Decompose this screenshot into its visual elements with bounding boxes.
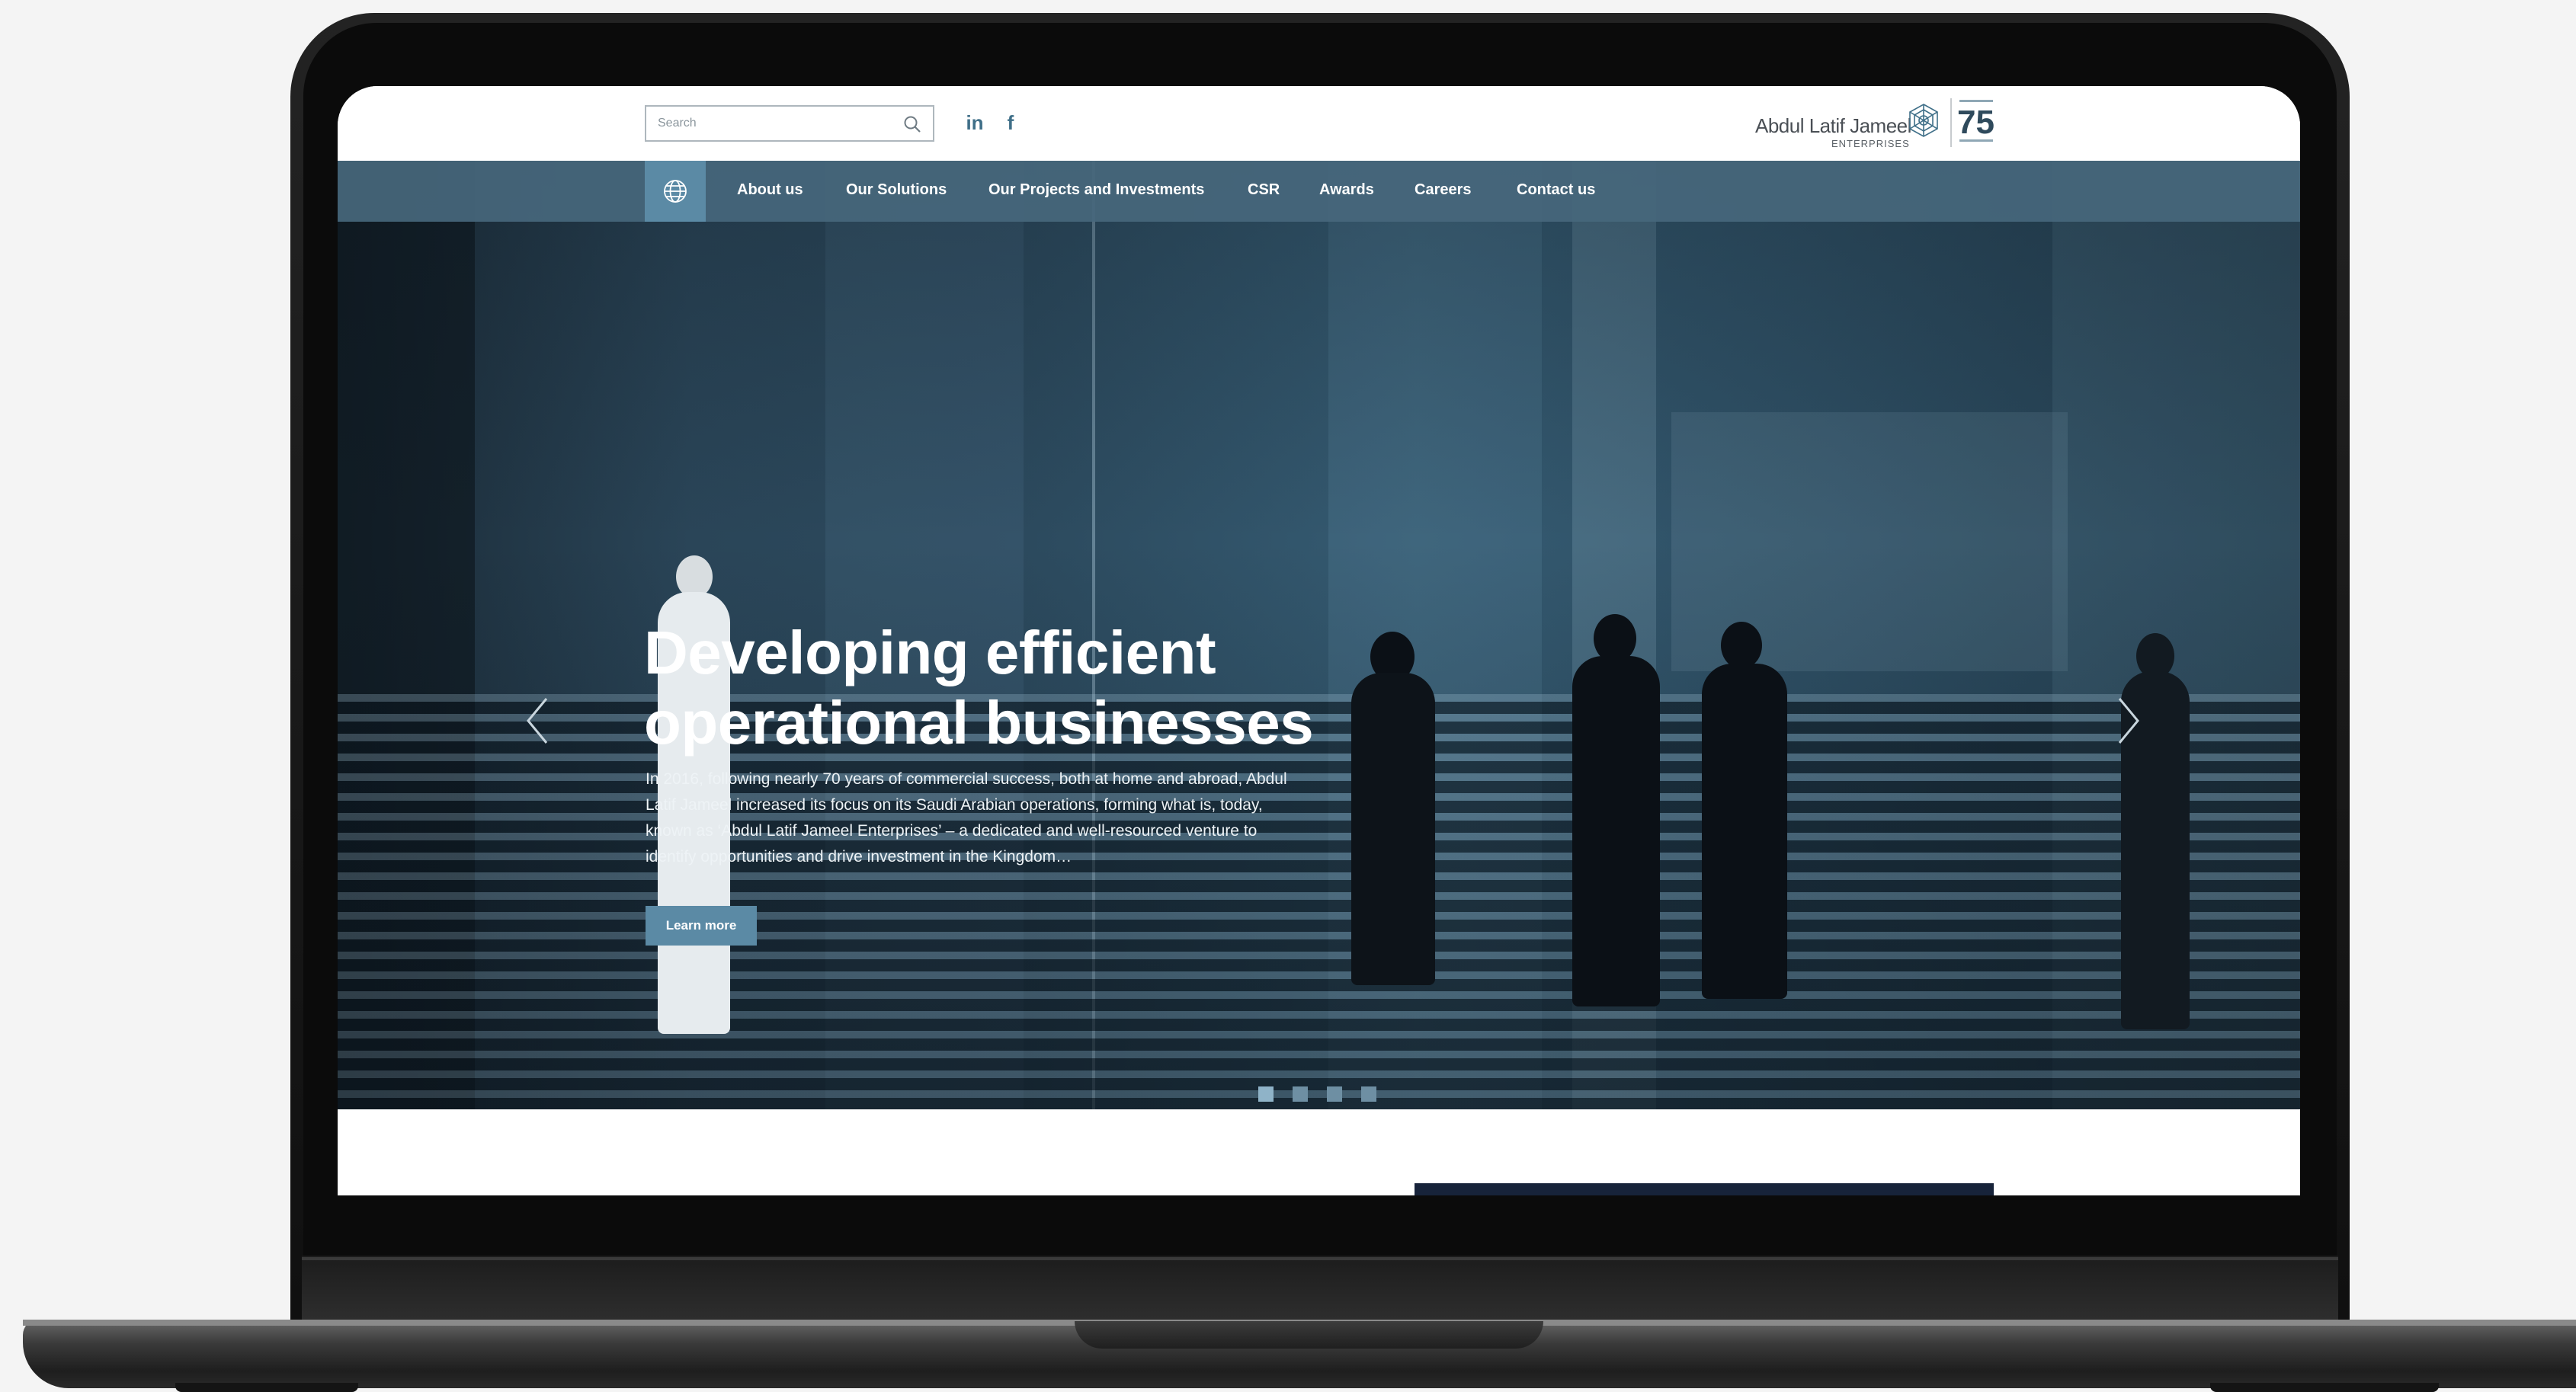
search-placeholder: Search [658, 117, 697, 130]
below-fold-banner [1415, 1183, 1994, 1195]
nav-awards[interactable]: Awards [1319, 181, 1374, 199]
logo-name: Abdul Latif Jameel [1755, 114, 1911, 137]
svg-text:75: 75 [1957, 104, 1994, 141]
laptop-hinge-line [302, 1257, 2338, 1260]
learn-more-button[interactable]: Learn more [646, 906, 757, 946]
search-icon[interactable] [902, 114, 922, 134]
carousel-dot[interactable] [1361, 1086, 1376, 1102]
nav-projects-investments[interactable]: Our Projects and Investments [988, 181, 1204, 199]
nav-careers[interactable]: Careers [1415, 181, 1472, 199]
hero-title-line-2: operational businesses [644, 689, 1314, 757]
person-figure [1702, 664, 1787, 999]
laptop-opening-notch [1075, 1321, 1543, 1349]
globe-icon [664, 180, 687, 203]
person-head [1721, 622, 1762, 669]
header-bar: Search in f Abdul Latif Jameel ENTERPRIS… [338, 86, 2300, 161]
search-input[interactable]: Search [645, 105, 934, 142]
carousel-dot[interactable] [1258, 1086, 1274, 1102]
anniversary-75-icon: 75 [1957, 100, 1994, 142]
person-figure [1572, 656, 1660, 1006]
nav-about-us[interactable]: About us [737, 181, 803, 199]
browser-screen: Search in f Abdul Latif Jameel ENTERPRIS… [338, 86, 2300, 1195]
laptop-foot [175, 1383, 358, 1392]
carousel-indicators [1258, 1086, 1376, 1102]
linkedin-icon[interactable]: in [960, 109, 989, 136]
carousel-dot[interactable] [1327, 1086, 1342, 1102]
laptop-chin [302, 1256, 2338, 1321]
facebook-icon[interactable]: f [999, 109, 1022, 136]
hero-description: In 2016, following nearly 70 years of co… [646, 770, 1287, 866]
hero-title-line-1: Developing efficient [644, 619, 1216, 686]
logo-subtitle: ENTERPRISES [1831, 138, 1910, 149]
hero-carousel: Developing efficient operational busines… [338, 161, 2300, 1109]
nav-csr[interactable]: CSR [1248, 181, 1280, 199]
hero-title: Developing efficient operational busines… [644, 618, 1330, 758]
person-figure [1351, 673, 1435, 985]
main-navigation: About us Our Solutions Our Projects and … [338, 161, 2300, 222]
chevron-right-icon[interactable] [2113, 694, 2144, 747]
laptop-foot [2210, 1383, 2439, 1392]
below-fold-section [338, 1109, 2300, 1195]
nav-our-solutions[interactable]: Our Solutions [846, 181, 947, 199]
nav-contact-us[interactable]: Contact us [1517, 181, 1595, 199]
logo-emblem-icon[interactable] [1905, 101, 1943, 139]
carousel-dot[interactable] [1293, 1086, 1308, 1102]
logo-divider [1950, 98, 1952, 147]
language-button[interactable] [645, 161, 706, 222]
chevron-left-icon[interactable] [522, 694, 553, 747]
